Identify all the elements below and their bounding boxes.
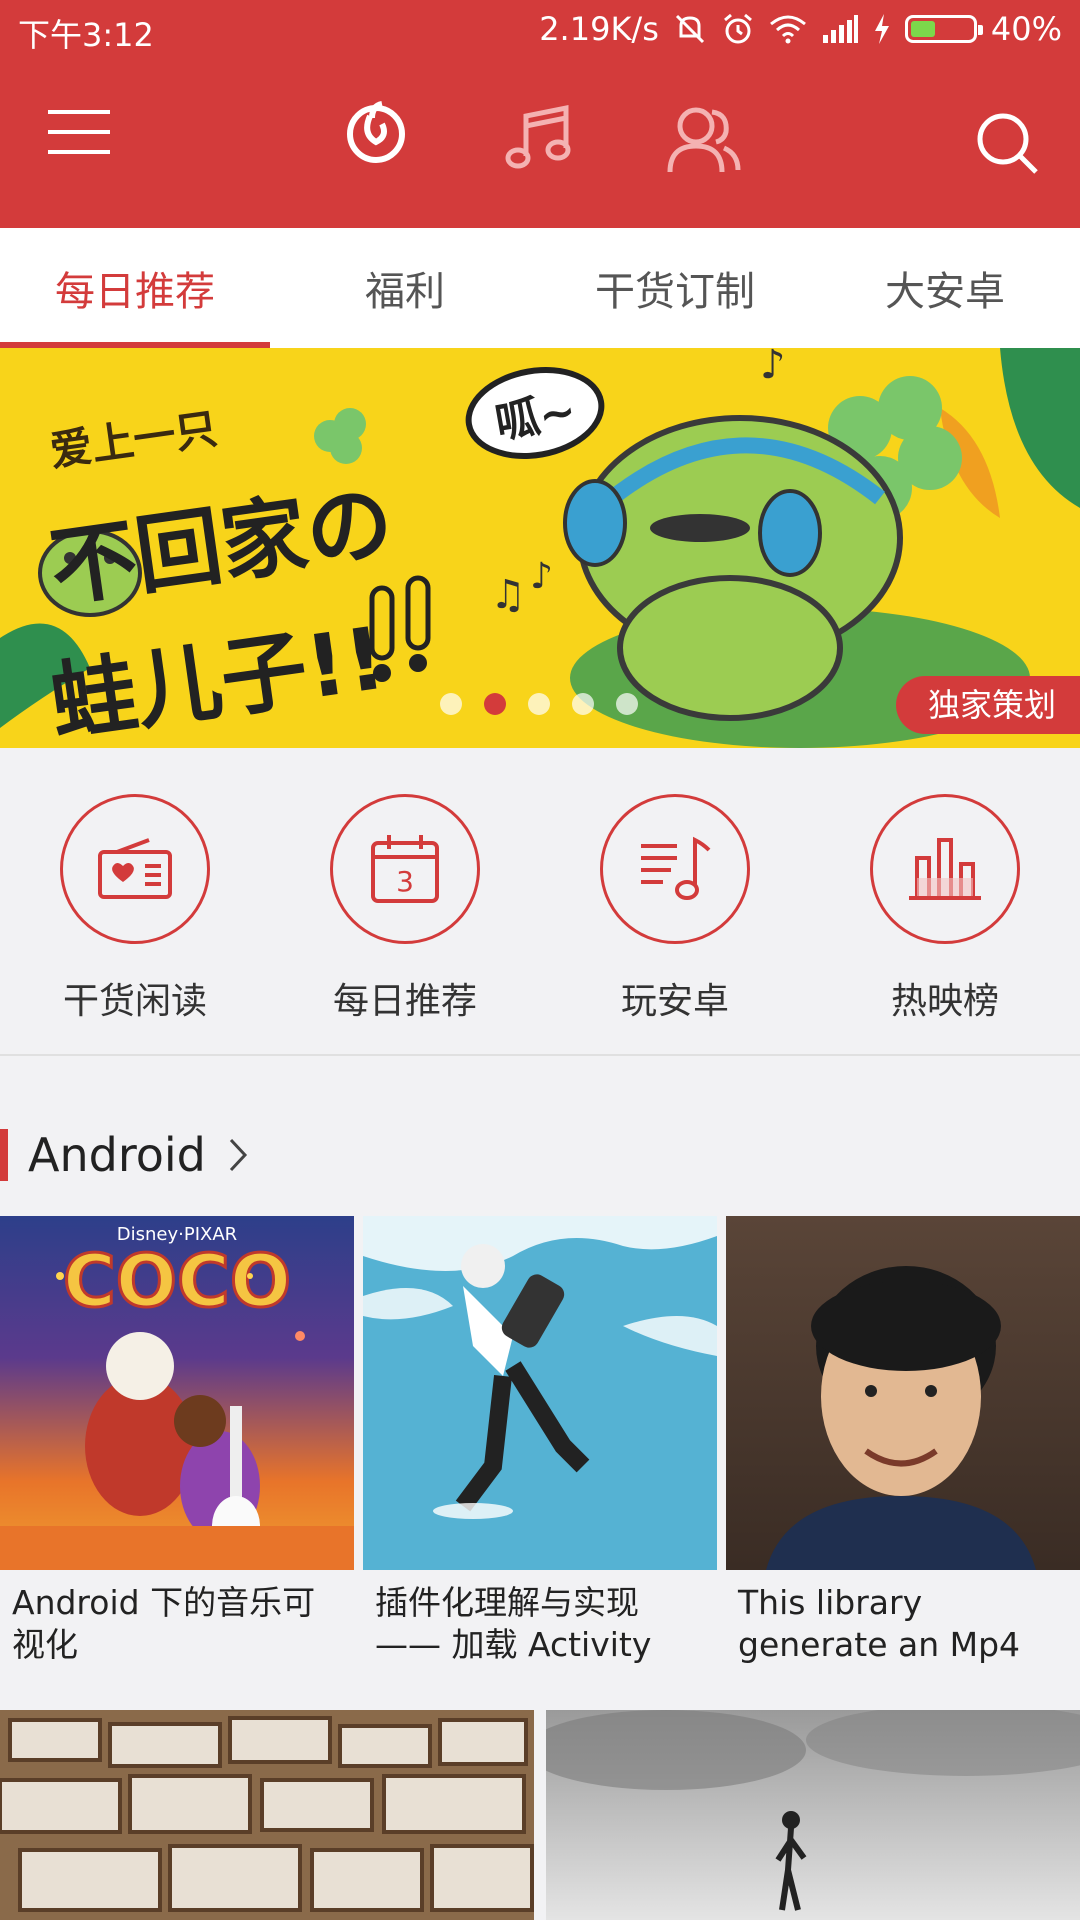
quick-circle bbox=[60, 794, 210, 944]
article-thumbnail bbox=[726, 1216, 1080, 1570]
article-card[interactable]: Disney·PIXAR COCO Android 下的音乐可视化 bbox=[0, 1216, 354, 1670]
friends-icon[interactable] bbox=[666, 104, 742, 174]
quick-item-reading[interactable]: 干货闲读 bbox=[0, 748, 270, 1054]
section-accent-bar bbox=[0, 1129, 8, 1181]
battery-icon bbox=[904, 15, 983, 43]
quick-label: 玩安卓 bbox=[620, 981, 729, 1022]
carousel-dot[interactable] bbox=[440, 693, 462, 715]
tab-daily-recommend[interactable]: 每日推荐 bbox=[0, 228, 270, 348]
article-card[interactable]: This library generate an Mp4 movie usin.… bbox=[726, 1216, 1080, 1670]
tab-custom[interactable]: 干货订制 bbox=[540, 228, 810, 348]
section-title: Android bbox=[28, 1128, 206, 1182]
article-thumbnail bbox=[363, 1216, 717, 1570]
article-thumbnail: Disney·PIXAR COCO bbox=[0, 1216, 354, 1570]
mute-icon bbox=[675, 14, 704, 44]
tab-bar: 每日推荐 福利 干货订制 大安卓 bbox=[0, 228, 1080, 348]
quick-circle bbox=[870, 794, 1020, 944]
carousel-dot[interactable] bbox=[484, 693, 506, 715]
exclusive-badge: 独家策划 bbox=[895, 676, 1080, 734]
carousel-dot[interactable] bbox=[572, 693, 594, 715]
jumping-figure-photo bbox=[546, 1710, 1080, 1920]
app-header: 下午3:12 2.19K/s 40% bbox=[0, 0, 1080, 228]
alarm-icon bbox=[723, 13, 752, 44]
net-speed: 2.19K/s bbox=[539, 10, 659, 48]
quick-label: 热映榜 bbox=[890, 981, 999, 1022]
radio-icon bbox=[98, 838, 172, 899]
calendar-icon: 3 bbox=[371, 835, 439, 903]
carousel-dot[interactable] bbox=[616, 693, 638, 715]
portrait-photo bbox=[766, 1266, 1036, 1570]
top-navigation bbox=[0, 78, 1080, 214]
status-bar: 下午3:12 2.19K/s 40% bbox=[0, 0, 1080, 62]
carousel-dots[interactable] bbox=[440, 693, 638, 715]
article-title: 插件化理解与实现 —— 加载 Activity「... bbox=[375, 1583, 652, 1670]
battery-percent: 40% bbox=[990, 10, 1062, 48]
menu-icon[interactable] bbox=[48, 108, 110, 156]
tab-android[interactable]: 大安卓 bbox=[810, 228, 1080, 348]
charging-icon bbox=[874, 14, 889, 44]
quick-item-hot-movies[interactable]: 热映榜 bbox=[810, 748, 1080, 1054]
article-title: This library generate an Mp4 movie usin.… bbox=[738, 1583, 1021, 1670]
article-card-partial[interactable] bbox=[0, 1710, 534, 1920]
chart-bars-icon bbox=[909, 838, 981, 900]
coco-poster: Disney·PIXAR COCO bbox=[0, 1224, 354, 1570]
quick-item-daily[interactable]: 3 每日推荐 bbox=[270, 748, 540, 1054]
svg-text:♪: ♪ bbox=[530, 556, 553, 597]
article-card-partial[interactable] bbox=[546, 1710, 1080, 1920]
carousel-dot[interactable] bbox=[528, 693, 550, 715]
calendar-day: 3 bbox=[396, 865, 414, 898]
poster-title: COCO bbox=[63, 1239, 291, 1323]
quick-circle bbox=[600, 794, 750, 944]
svg-text:♪: ♪ bbox=[760, 348, 786, 388]
quick-label: 每日推荐 bbox=[332, 981, 477, 1022]
quick-entries: 干货闲读 3 每日推荐 玩安卓 热映榜 bbox=[0, 748, 1080, 1056]
swimmer-illustration bbox=[363, 1216, 717, 1519]
quick-circle: 3 bbox=[330, 794, 480, 944]
article-card[interactable]: 插件化理解与实现 —— 加载 Activity「... bbox=[363, 1216, 717, 1670]
tab-welfare[interactable]: 福利 bbox=[270, 228, 540, 348]
banner-carousel[interactable]: ♪ ♫ ♪ 爱上一只 不回家の 蛙儿子!! 呱~ 独家策划 bbox=[0, 348, 1080, 748]
status-time: 下午3:12 bbox=[18, 16, 154, 54]
section-header-android[interactable]: Android bbox=[0, 1120, 1080, 1190]
quick-label: 干货闲读 bbox=[62, 981, 207, 1022]
salt-terraces-photo bbox=[0, 1710, 534, 1920]
chevron-right-icon bbox=[229, 1138, 247, 1172]
music-note-icon[interactable] bbox=[504, 102, 574, 172]
article-title: Android 下的音乐可视化 bbox=[12, 1583, 316, 1664]
status-right: 2.19K/s 40% bbox=[539, 10, 1062, 48]
quick-item-play-android[interactable]: 玩安卓 bbox=[540, 748, 810, 1054]
search-icon[interactable] bbox=[976, 112, 1040, 176]
banner-headline: 爱上一只 不回家の 蛙儿子!! bbox=[44, 404, 399, 748]
playlist-icon bbox=[641, 836, 711, 900]
signal-icon bbox=[822, 15, 858, 43]
netease-music-icon[interactable] bbox=[342, 98, 410, 166]
wifi-icon bbox=[769, 15, 806, 44]
svg-text:♫: ♫ bbox=[490, 572, 526, 618]
